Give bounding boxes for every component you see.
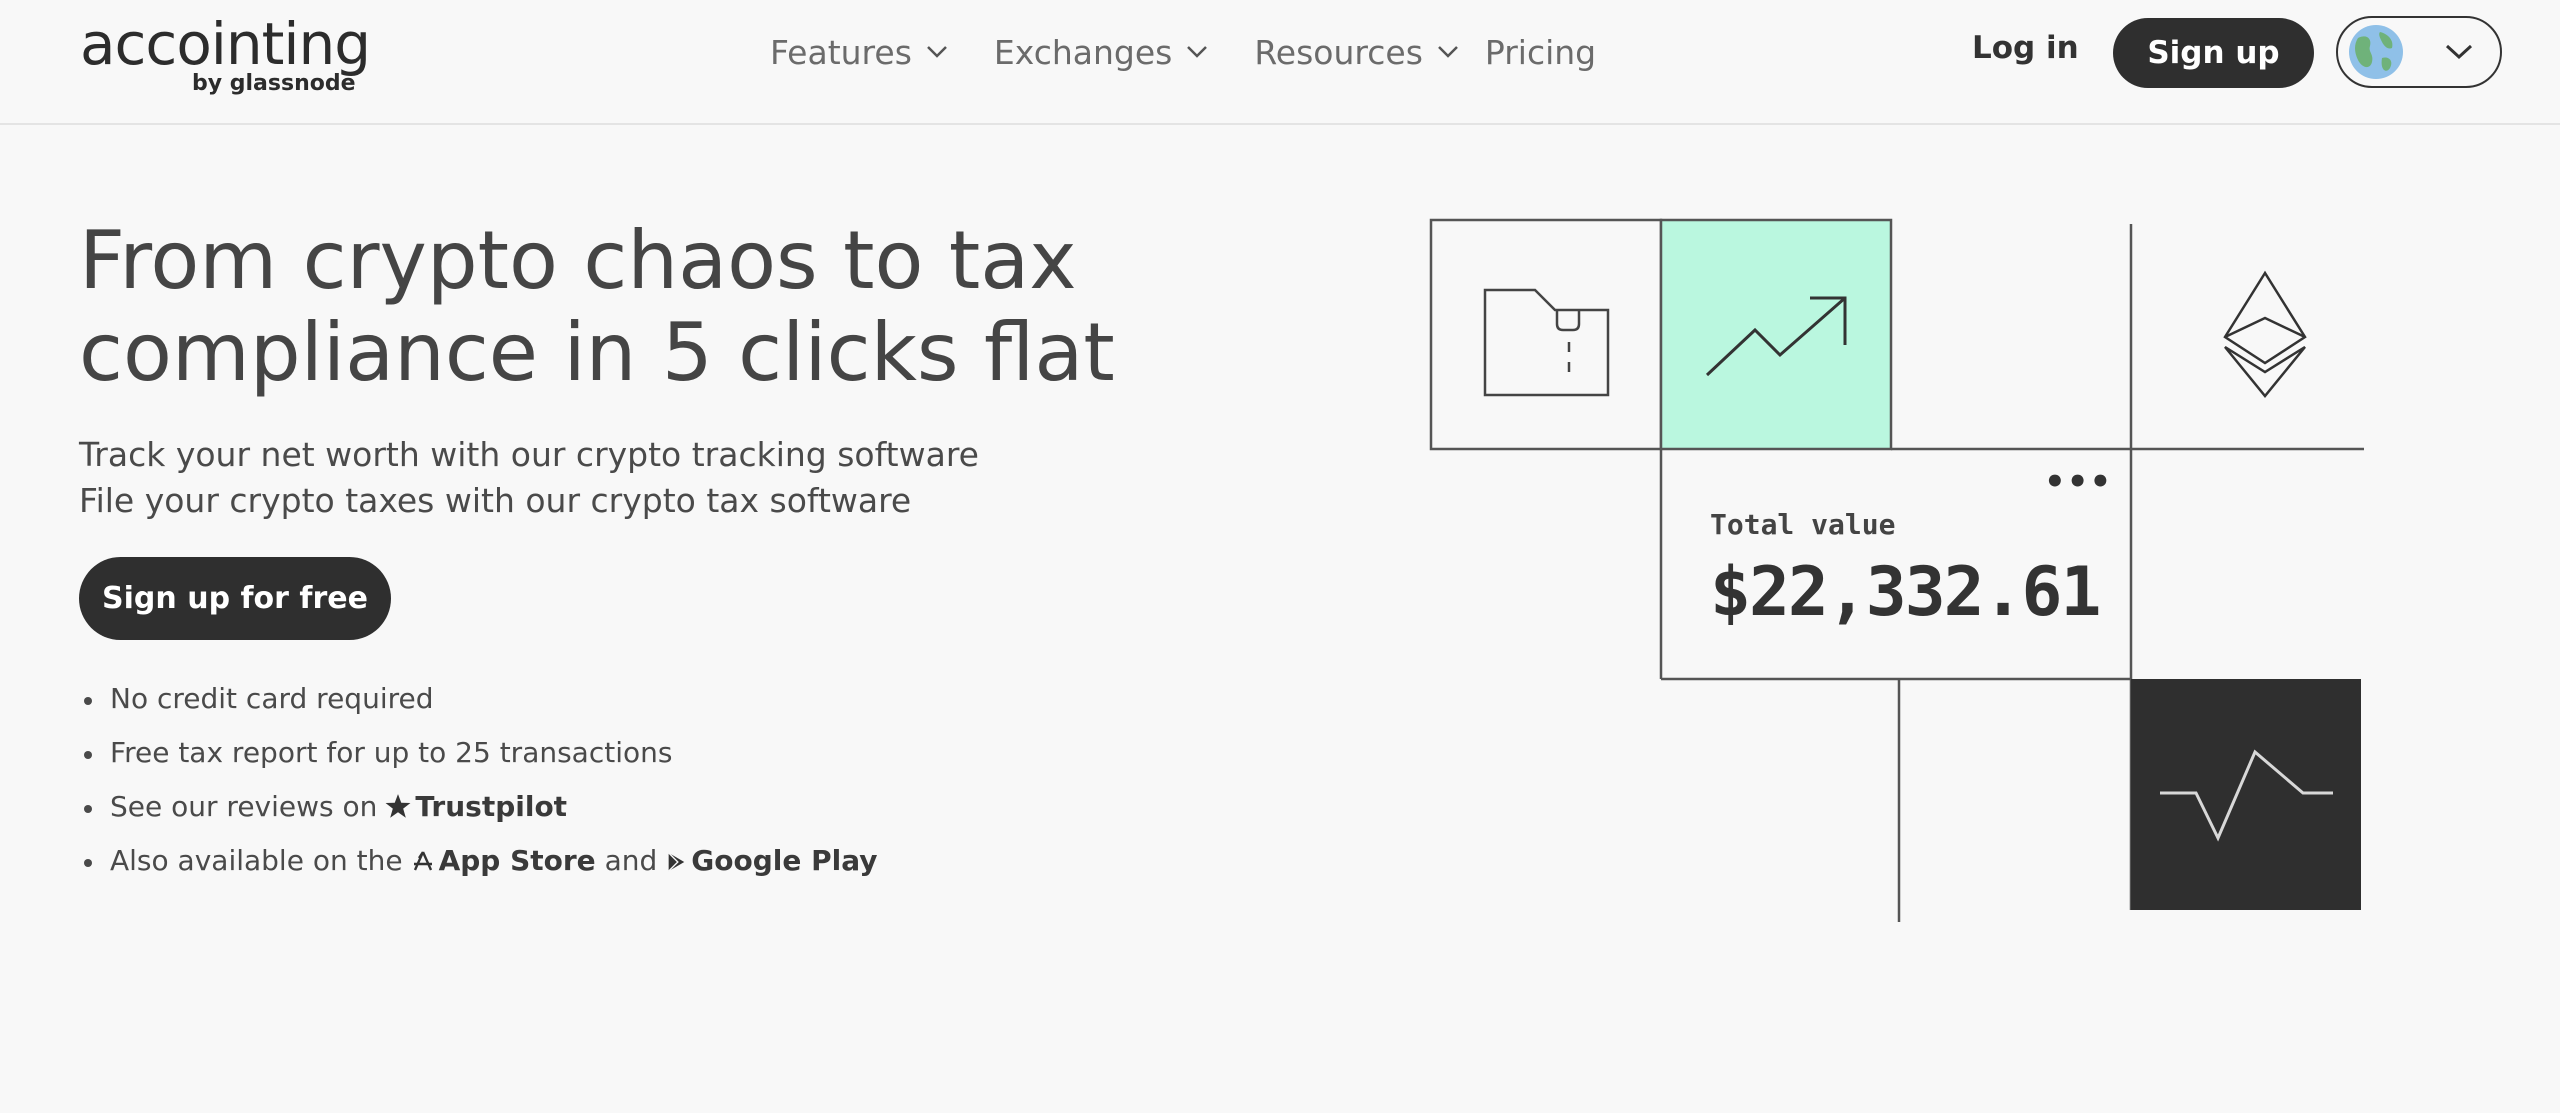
bullet-free-report: Free tax report for up to 25 transaction…: [110, 736, 673, 769]
total-value-label: Total value: [1710, 508, 1896, 541]
main-nav: Features Exchanges Resources Pricing: [770, 30, 1642, 74]
globe-icon: [2349, 25, 2403, 79]
list-item: Also available on the App Store and Google…: [80, 834, 878, 888]
chevron-down-icon: [1438, 46, 1458, 58]
hero-subtitle-line-2: File your crypto taxes with our crypto t…: [79, 481, 912, 520]
nav-pricing-label: Pricing: [1484, 32, 1597, 72]
more-options-icon[interactable]: •••: [2044, 462, 2112, 502]
folder-icon: [1483, 288, 1610, 397]
trustpilot-link[interactable]: Trustpilot: [415, 790, 567, 823]
logo[interactable]: accointing by glassnode: [80, 10, 371, 96]
google-play-link[interactable]: Google Play: [691, 844, 877, 877]
nav-exchanges[interactable]: Exchanges: [994, 33, 1208, 72]
signup-free-button[interactable]: Sign up for free: [79, 557, 391, 640]
bullet-reviews-text: See our reviews on: [110, 790, 378, 823]
language-selector[interactable]: [2336, 16, 2502, 88]
list-item: See our reviews on Trustpilot: [80, 780, 878, 834]
total-value-amount: $22,332.61: [1710, 553, 2101, 632]
hero-title: From crypto chaos to tax compliance in 5…: [79, 215, 1179, 399]
bullet-available-text: Also available on the: [110, 844, 403, 877]
nav-resources-label: Resources: [1254, 32, 1423, 72]
chevron-down-icon: [927, 46, 947, 58]
list-item: No credit card required: [80, 672, 878, 726]
hero-subtitle-line-1: Track your net worth with our crypto tra…: [79, 435, 979, 474]
bullet-and-text: and: [604, 844, 658, 877]
nav-resources[interactable]: Resources: [1254, 33, 1459, 72]
benefit-list: No credit card required Free tax report …: [80, 672, 878, 888]
list-item: Free tax report for up to 25 transaction…: [80, 726, 878, 780]
chevron-down-icon: [2445, 44, 2473, 60]
hero-title-line-2: compliance in 5 clicks flat: [79, 306, 1115, 399]
hero-subtitle: Track your net worth with our crypto tra…: [79, 432, 979, 524]
nav-pricing[interactable]: Pricing: [1485, 33, 1596, 72]
app-store-icon: [413, 851, 432, 871]
login-link[interactable]: Log in: [1972, 30, 2079, 66]
nav-exchanges-label: Exchanges: [993, 32, 1173, 72]
logo-wordmark: accointing: [80, 10, 371, 78]
site-header: accointing by glassnode Features Exchang…: [0, 0, 2560, 125]
nav-features[interactable]: Features: [770, 33, 948, 72]
google-play-icon: [668, 852, 685, 872]
hero-title-line-1: From crypto chaos to tax: [79, 214, 1077, 307]
signup-button[interactable]: Sign up: [2113, 18, 2314, 88]
hero-illustration: [1429, 218, 2364, 922]
bullet-no-credit-card: No credit card required: [110, 682, 434, 715]
app-store-link[interactable]: App Store: [439, 844, 596, 877]
chevron-down-icon: [1187, 46, 1208, 58]
star-icon: [385, 794, 411, 818]
ethereum-icon: [2223, 270, 2307, 398]
logo-tagline: by glassnode: [192, 71, 356, 96]
nav-features-label: Features: [770, 32, 912, 72]
